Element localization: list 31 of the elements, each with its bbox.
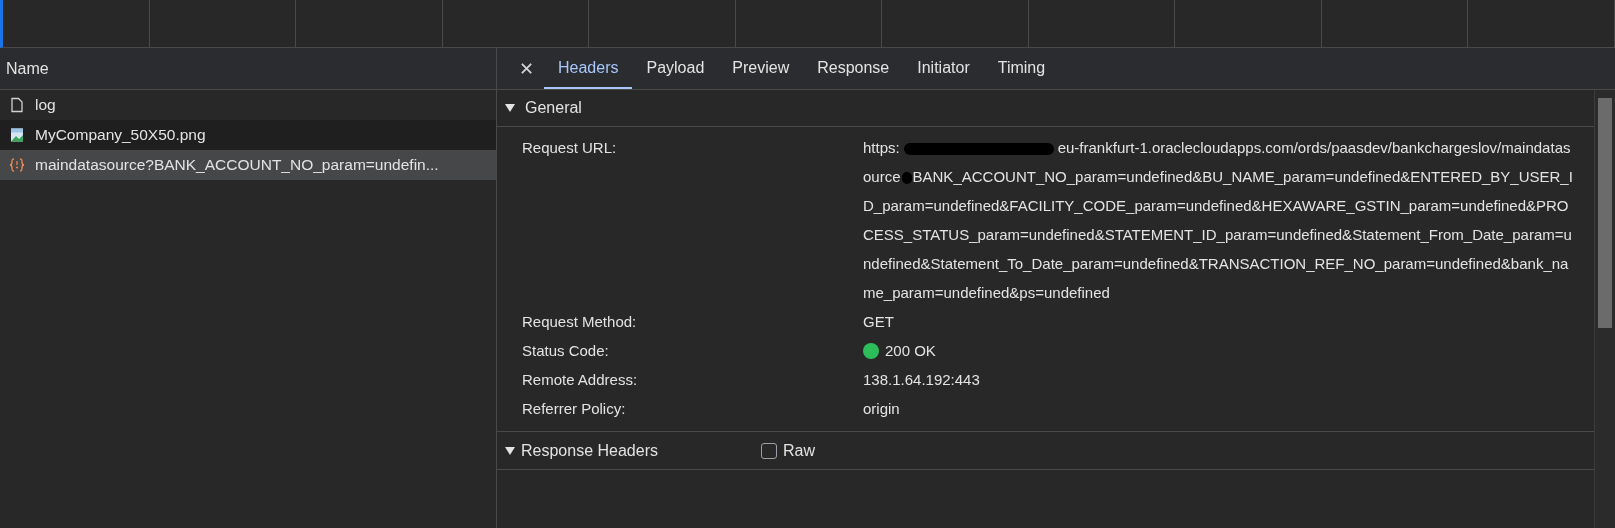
header-name: Request Method: — [522, 312, 638, 332]
tab[interactable]: Headers — [544, 48, 633, 89]
request-row[interactable]: MyCompany_50X50.png — [0, 120, 496, 150]
header-value: 138.1.64.192:443 — [863, 370, 980, 390]
tab[interactable]: Timing — [983, 48, 1060, 89]
header-name: Remote Address: — [522, 370, 639, 390]
header-name: Request URL: — [522, 138, 618, 158]
request-row[interactable]: maindatasource?BANK_ACCOUNT_NO_param=undefin... — [0, 150, 496, 180]
checkbox[interactable] — [761, 442, 777, 459]
close-button[interactable]: ✕ — [509, 48, 544, 89]
tab[interactable]: Preview — [718, 48, 804, 89]
header-value: 200 OK — [885, 341, 936, 361]
header-value: origin — [863, 399, 900, 419]
request-name: maindatasource?BANK_ACCOUNT_NO_param=undefin... — [35, 156, 439, 174]
tab[interactable]: Response — [803, 48, 904, 89]
header-value: GET — [863, 312, 894, 332]
request-name: MyCompany_50X50.png — [35, 126, 206, 144]
braces-icon — [9, 157, 25, 173]
checkbox-label: Raw — [783, 441, 815, 460]
header-name: Referrer Policy: — [522, 399, 627, 419]
column-header[interactable]: Name — [0, 48, 496, 90]
tab[interactable]: Payload — [632, 48, 719, 89]
header-name: Status Code: — [522, 341, 610, 361]
document-icon — [9, 97, 25, 113]
tab[interactable]: Initiator — [903, 48, 984, 89]
section-header[interactable]: General — [497, 90, 1594, 127]
url-value: https: eu-frankfurt-1.oraclecloudapps.com/ords/paasdev/bankchargeslov/maindatasource BANK_ACCOUNT_NO_param=undefined&BU_NAME_param=undefined&ENTERED_BY_USER_ID_param=undefined&FACILITY_CODE_param=undefined&HEXAWARE_GSTIN_param=undefined&PROCESS_STATUS_param=undefined&STATEMENT_ID_param=undefined&Statement_From_Date_param=undefined&Statement_To_Date_param=undefined&TRANSACTION_REF_NO_param=undefined&bank_name_param=undefined&ps=undefined — [863, 138, 1574, 303]
request-name: log — [35, 96, 56, 114]
section-header[interactable]: Response Headers — [505, 441, 761, 460]
scrollbar[interactable] — [1594, 90, 1615, 528]
image-icon — [9, 127, 25, 143]
